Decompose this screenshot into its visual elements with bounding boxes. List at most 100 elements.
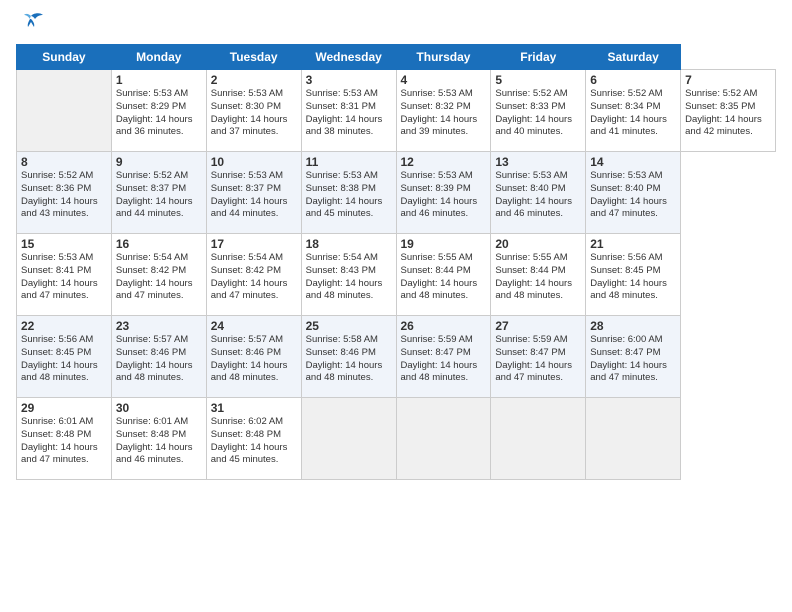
sunset: Sunset: 8:41 PM: [21, 265, 91, 276]
sunset: Sunset: 8:48 PM: [211, 429, 281, 440]
calendar-week-row: 29Sunrise: 6:01 AMSunset: 8:48 PMDayligh…: [17, 398, 776, 480]
daylight: Daylight: 14 hours and 38 minutes.: [306, 114, 383, 138]
sunset: Sunset: 8:42 PM: [211, 265, 281, 276]
calendar-cell: 31Sunrise: 6:02 AMSunset: 8:48 PMDayligh…: [206, 398, 301, 480]
daylight: Daylight: 14 hours and 47 minutes.: [590, 196, 667, 220]
day-number: 16: [116, 237, 202, 251]
calendar-cell: 8Sunrise: 5:52 AMSunset: 8:36 PMDaylight…: [17, 152, 112, 234]
calendar-cell: 4Sunrise: 5:53 AMSunset: 8:32 PMDaylight…: [396, 70, 491, 152]
logo-bird-icon: [18, 12, 44, 34]
cell-content: Sunrise: 6:01 AMSunset: 8:48 PMDaylight:…: [21, 416, 107, 467]
sunset: Sunset: 8:43 PM: [306, 265, 376, 276]
daylight: Daylight: 14 hours and 40 minutes.: [495, 114, 572, 138]
calendar-cell: 27Sunrise: 5:59 AMSunset: 8:47 PMDayligh…: [491, 316, 586, 398]
day-number: 9: [116, 155, 202, 169]
daylight: Daylight: 14 hours and 46 minutes.: [401, 196, 478, 220]
cell-content: Sunrise: 5:53 AMSunset: 8:29 PMDaylight:…: [116, 88, 202, 139]
day-number: 6: [590, 73, 676, 87]
sunset: Sunset: 8:39 PM: [401, 183, 471, 194]
calendar-cell: 24Sunrise: 5:57 AMSunset: 8:46 PMDayligh…: [206, 316, 301, 398]
sunset: Sunset: 8:42 PM: [116, 265, 186, 276]
day-number: 28: [590, 319, 676, 333]
sunrise: Sunrise: 5:56 AM: [590, 252, 662, 263]
calendar-cell: 19Sunrise: 5:55 AMSunset: 8:44 PMDayligh…: [396, 234, 491, 316]
col-header-friday: Friday: [491, 45, 586, 70]
cell-content: Sunrise: 5:57 AMSunset: 8:46 PMDaylight:…: [116, 334, 202, 385]
col-header-tuesday: Tuesday: [206, 45, 301, 70]
day-number: 20: [495, 237, 581, 251]
daylight: Daylight: 14 hours and 47 minutes.: [21, 278, 98, 302]
sunrise: Sunrise: 5:53 AM: [211, 170, 283, 181]
daylight: Daylight: 14 hours and 47 minutes.: [21, 442, 98, 466]
cell-content: Sunrise: 6:00 AMSunset: 8:47 PMDaylight:…: [590, 334, 676, 385]
sunset: Sunset: 8:35 PM: [685, 101, 755, 112]
daylight: Daylight: 14 hours and 44 minutes.: [116, 196, 193, 220]
sunrise: Sunrise: 5:57 AM: [116, 334, 188, 345]
day-number: 15: [21, 237, 107, 251]
daylight: Daylight: 14 hours and 46 minutes.: [495, 196, 572, 220]
daylight: Daylight: 14 hours and 41 minutes.: [590, 114, 667, 138]
sunset: Sunset: 8:44 PM: [401, 265, 471, 276]
day-number: 3: [306, 73, 392, 87]
day-number: 29: [21, 401, 107, 415]
sunset: Sunset: 8:34 PM: [590, 101, 660, 112]
day-number: 31: [211, 401, 297, 415]
daylight: Daylight: 14 hours and 37 minutes.: [211, 114, 288, 138]
day-number: 21: [590, 237, 676, 251]
cell-content: Sunrise: 5:54 AMSunset: 8:42 PMDaylight:…: [211, 252, 297, 303]
sunset: Sunset: 8:32 PM: [401, 101, 471, 112]
sunrise: Sunrise: 6:02 AM: [211, 416, 283, 427]
sunset: Sunset: 8:44 PM: [495, 265, 565, 276]
day-number: 7: [685, 73, 771, 87]
sunset: Sunset: 8:37 PM: [211, 183, 281, 194]
calendar-cell: 7Sunrise: 5:52 AMSunset: 8:35 PMDaylight…: [681, 70, 776, 152]
sunrise: Sunrise: 5:54 AM: [211, 252, 283, 263]
calendar-cell: 9Sunrise: 5:52 AMSunset: 8:37 PMDaylight…: [111, 152, 206, 234]
day-number: 2: [211, 73, 297, 87]
calendar-cell: 23Sunrise: 5:57 AMSunset: 8:46 PMDayligh…: [111, 316, 206, 398]
sunrise: Sunrise: 5:53 AM: [211, 88, 283, 99]
sunset: Sunset: 8:36 PM: [21, 183, 91, 194]
page: SundayMondayTuesdayWednesdayThursdayFrid…: [0, 0, 792, 612]
day-number: 13: [495, 155, 581, 169]
cell-content: Sunrise: 5:55 AMSunset: 8:44 PMDaylight:…: [495, 252, 581, 303]
day-number: 4: [401, 73, 487, 87]
day-number: 30: [116, 401, 202, 415]
calendar-week-row: 1Sunrise: 5:53 AMSunset: 8:29 PMDaylight…: [17, 70, 776, 152]
calendar-header-row: SundayMondayTuesdayWednesdayThursdayFrid…: [17, 45, 776, 70]
calendar-cell: 5Sunrise: 5:52 AMSunset: 8:33 PMDaylight…: [491, 70, 586, 152]
day-number: 8: [21, 155, 107, 169]
cell-content: Sunrise: 6:02 AMSunset: 8:48 PMDaylight:…: [211, 416, 297, 467]
sunrise: Sunrise: 5:55 AM: [401, 252, 473, 263]
calendar-cell: 21Sunrise: 5:56 AMSunset: 8:45 PMDayligh…: [586, 234, 681, 316]
daylight: Daylight: 14 hours and 45 minutes.: [306, 196, 383, 220]
daylight: Daylight: 14 hours and 48 minutes.: [306, 278, 383, 302]
day-number: 11: [306, 155, 392, 169]
sunset: Sunset: 8:46 PM: [306, 347, 376, 358]
sunrise: Sunrise: 5:53 AM: [116, 88, 188, 99]
calendar-cell: 18Sunrise: 5:54 AMSunset: 8:43 PMDayligh…: [301, 234, 396, 316]
calendar-cell: 29Sunrise: 6:01 AMSunset: 8:48 PMDayligh…: [17, 398, 112, 480]
col-header-thursday: Thursday: [396, 45, 491, 70]
sunrise: Sunrise: 5:52 AM: [590, 88, 662, 99]
cell-content: Sunrise: 5:56 AMSunset: 8:45 PMDaylight:…: [590, 252, 676, 303]
sunset: Sunset: 8:47 PM: [401, 347, 471, 358]
sunrise: Sunrise: 5:59 AM: [495, 334, 567, 345]
cell-content: Sunrise: 5:52 AM Sunset: 8:34 PM Daylight:…: [590, 88, 676, 139]
daylight: Daylight: 14 hours and 48 minutes.: [211, 360, 288, 384]
sunrise: Sunrise: 5:54 AM: [306, 252, 378, 263]
calendar-week-row: 15Sunrise: 5:53 AM Sunset: 8:41 PM Dayligh…: [17, 234, 776, 316]
cell-content: Sunrise: 5:52 AMSunset: 8:37 PMDaylight:…: [116, 170, 202, 221]
daylight: Daylight: 14 hours and 47 minutes.: [495, 360, 572, 384]
cell-content: Sunrise: 5:54 AM Sunset: 8:43 PM Daylight:…: [306, 252, 392, 303]
calendar-cell: 25Sunrise: 5:58 AMSunset: 8:46 PMDayligh…: [301, 316, 396, 398]
calendar-cell: 17Sunrise: 5:54 AMSunset: 8:42 PMDayligh…: [206, 234, 301, 316]
daylight: Daylight: 14 hours and 44 minutes.: [211, 196, 288, 220]
sunrise: Sunrise: 5:53 AM: [21, 252, 93, 263]
sunset: Sunset: 8:46 PM: [211, 347, 281, 358]
calendar-cell: 22Sunrise: 5:56 AMSunset: 8:45 PMDayligh…: [17, 316, 112, 398]
calendar-cell: 13Sunrise: 5:53 AMSunset: 8:40 PMDayligh…: [491, 152, 586, 234]
cell-content: Sunrise: 5:53 AMSunset: 8:32 PMDaylight:…: [401, 88, 487, 139]
cell-content: Sunrise: 5:58 AMSunset: 8:46 PMDaylight:…: [306, 334, 392, 385]
cell-content: Sunrise: 5:53 AMSunset: 8:39 PMDaylight:…: [401, 170, 487, 221]
